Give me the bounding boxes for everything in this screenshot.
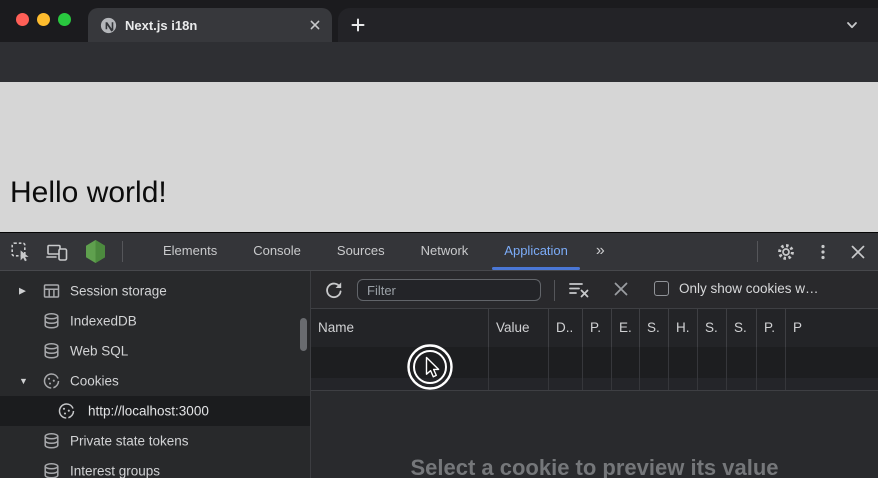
sidebar-item-label: Interest groups: [70, 464, 160, 478]
browser-toolbar: localhost:3000 Guest: [0, 42, 878, 82]
nodejs-icon[interactable]: [84, 239, 107, 264]
column-header-priority[interactable]: P: [786, 309, 878, 347]
tab-console[interactable]: Console: [235, 233, 319, 270]
plus-icon: [351, 18, 365, 32]
column-header-value[interactable]: Value: [489, 309, 549, 347]
tab-strip: Next.js i18n: [0, 0, 878, 42]
column-header-secure[interactable]: S.: [698, 309, 727, 347]
sidebar-item-cookie-origin[interactable]: http://localhost:3000: [0, 396, 310, 426]
settings-gear-icon[interactable]: [776, 242, 796, 262]
sidebar-item-interest-groups[interactable]: Interest groups: [0, 456, 310, 478]
browser-window: Next.js i18n localhost:3000: [0, 0, 878, 478]
sidebar-item-label: Private state tokens: [70, 434, 189, 449]
browser-tab[interactable]: Next.js i18n: [88, 8, 332, 42]
click-indicator: [402, 340, 458, 396]
database-icon: [42, 312, 61, 331]
column-header-size[interactable]: S.: [640, 309, 669, 347]
clear-all-cookies-icon[interactable]: [568, 279, 590, 300]
sidebar-item-indexeddb[interactable]: IndexedDB: [0, 306, 310, 336]
device-toolbar-icon[interactable]: [46, 241, 69, 262]
sidebar-item-cookies[interactable]: ▼ Cookies: [0, 366, 310, 396]
devtools-toolbar: Elements Console Sources Network Applica…: [0, 233, 878, 271]
toolbar-separator: [122, 241, 123, 262]
column-header-name[interactable]: Name: [311, 309, 489, 347]
devtools-close-icon[interactable]: [850, 244, 866, 260]
toolbar-separator: [554, 280, 555, 301]
column-header-httponly[interactable]: H.: [669, 309, 698, 347]
column-header-partition[interactable]: P.: [757, 309, 786, 347]
devtools-toolbar-left: [10, 233, 123, 270]
sidebar-scrollbar-thumb[interactable]: [300, 318, 307, 351]
more-tabs-button[interactable]: »: [586, 233, 614, 270]
table-icon: [42, 282, 61, 301]
empty-state-message: Select a cookie to preview its value: [311, 455, 878, 478]
tab-strip-menu-button[interactable]: [842, 15, 862, 35]
database-icon: [42, 432, 61, 451]
sidebar-item-private-state-tokens[interactable]: Private state tokens: [0, 426, 310, 456]
new-tab-button[interactable]: [346, 13, 370, 37]
cookies-toolbar: Only show cookies w…: [311, 271, 878, 308]
column-header-path[interactable]: P.: [583, 309, 612, 347]
chevron-right-icon[interactable]: ▶: [19, 286, 26, 297]
devtools-body: ▶ Session storage IndexedDB: [0, 271, 878, 478]
sidebar-item-label: IndexedDB: [70, 314, 137, 329]
tab-close-icon[interactable]: [308, 18, 322, 32]
column-header-expires[interactable]: E.: [612, 309, 640, 347]
cookies-pane: Only show cookies w… Name Value D.. P. E…: [311, 271, 878, 478]
column-header-samesite[interactable]: S.: [727, 309, 757, 347]
only-show-cookies-checkbox[interactable]: [654, 281, 669, 296]
cookie-preview-pane: Select a cookie to preview its value: [311, 391, 878, 478]
page-viewport: Hello world!: [0, 82, 878, 232]
sidebar-item-label: http://localhost:3000: [88, 404, 209, 419]
tab-strip-right-region: [338, 8, 878, 42]
toolbar-separator: [757, 241, 758, 262]
cookie-filter-input[interactable]: [357, 279, 541, 301]
refresh-cookies-icon[interactable]: [323, 279, 344, 300]
application-sidebar: ▶ Session storage IndexedDB: [0, 271, 311, 478]
cookie-icon: [57, 402, 76, 421]
devtools-panel: Elements Console Sources Network Applica…: [0, 232, 878, 478]
cookie-table-rows[interactable]: [311, 347, 878, 391]
tab-elements[interactable]: Elements: [145, 233, 235, 270]
cookie-table-header: Name Value D.. P. E. S. H. S. S. P. P: [311, 308, 878, 347]
tab-network[interactable]: Network: [403, 233, 487, 270]
zoom-window-button[interactable]: [58, 13, 71, 26]
traffic-lights: [16, 13, 71, 26]
tab-sources[interactable]: Sources: [319, 233, 403, 270]
inspect-element-icon[interactable]: [10, 241, 31, 262]
sidebar-item-web-sql[interactable]: Web SQL: [0, 336, 310, 366]
chevron-down-icon: [845, 18, 859, 32]
row-grid-lines: [311, 347, 878, 390]
delete-selected-icon[interactable]: [612, 280, 630, 298]
sidebar-item-label: Cookies: [70, 374, 119, 389]
minimize-window-button[interactable]: [37, 13, 50, 26]
tab-title: Next.js i18n: [125, 18, 300, 33]
sidebar-item-session-storage[interactable]: ▶ Session storage: [0, 276, 310, 306]
page-heading: Hello world!: [10, 176, 167, 210]
sidebar-item-label: Web SQL: [70, 344, 128, 359]
sidebar-item-label: Session storage: [70, 284, 167, 299]
tab-application[interactable]: Application: [486, 233, 586, 270]
devtools-menu-icon[interactable]: [814, 243, 832, 261]
nextjs-favicon-icon: [100, 17, 117, 34]
database-icon: [42, 462, 61, 478]
close-window-button[interactable]: [16, 13, 29, 26]
cookie-icon: [42, 372, 61, 391]
only-show-cookies-label[interactable]: Only show cookies w…: [679, 281, 876, 296]
devtools-toolbar-right: [757, 233, 866, 270]
devtools-tabs: Elements Console Sources Network Applica…: [145, 233, 614, 270]
database-icon: [42, 342, 61, 361]
chevron-down-icon[interactable]: ▼: [19, 376, 28, 386]
column-header-domain[interactable]: D..: [549, 309, 583, 347]
